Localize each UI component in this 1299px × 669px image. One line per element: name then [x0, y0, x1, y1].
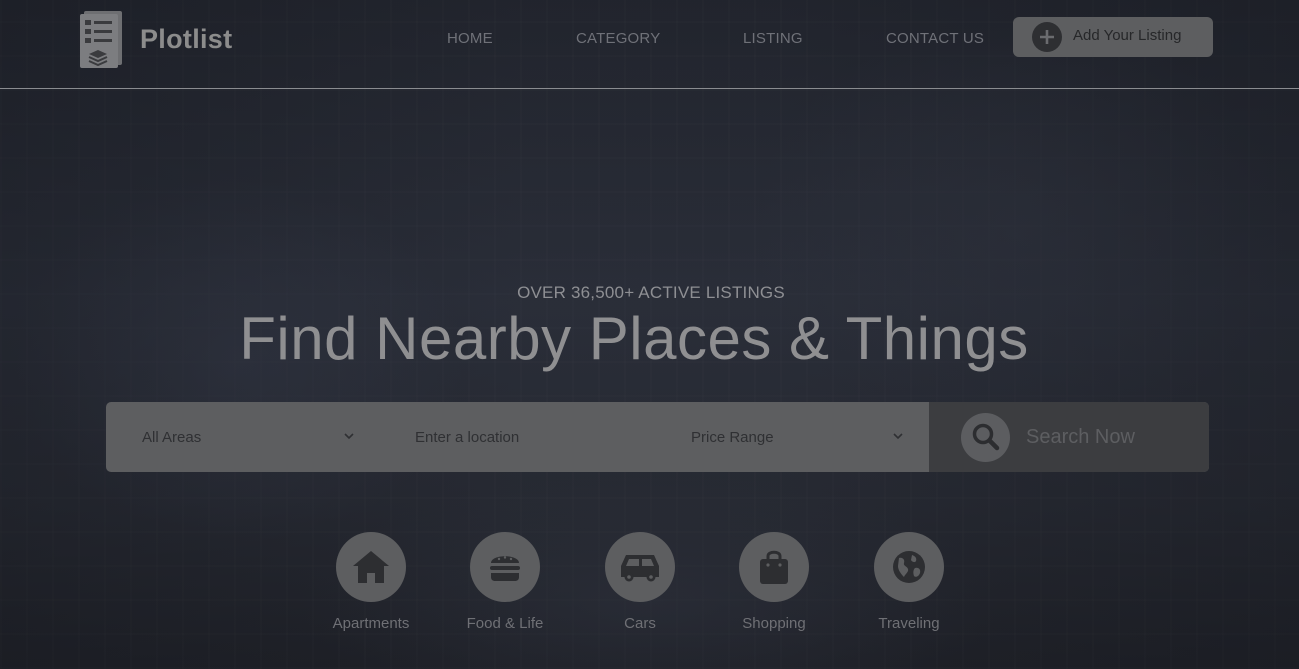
plus-circle-icon — [1032, 22, 1062, 52]
category-label: Traveling — [878, 615, 940, 632]
add-listing-label: Add Your Listing — [1073, 26, 1182, 44]
price-select[interactable]: Price Range — [691, 402, 903, 472]
nav-link-listing[interactable]: LISTING — [743, 30, 803, 47]
category-cars[interactable]: Cars — [580, 532, 700, 632]
category-food-life[interactable]: Food & Life — [445, 532, 565, 632]
category-traveling[interactable]: Traveling — [849, 532, 969, 632]
hero-subtitle: OVER 36,500+ ACTIVE LISTINGS — [517, 283, 785, 302]
category-label: Food & Life — [466, 615, 544, 632]
hero-headline: Find Nearby Places & Things — [239, 305, 1029, 372]
location-input-placeholder: Enter a location — [415, 428, 520, 446]
category-apartments[interactable]: Apartments — [311, 532, 431, 632]
brand-name: Plotlist — [140, 23, 233, 54]
globe-icon — [874, 532, 944, 602]
nav-link-category[interactable]: CATEGORY — [576, 30, 660, 47]
add-listing-button[interactable]: Add Your Listing — [1013, 17, 1213, 57]
chevron-down-icon — [344, 433, 354, 440]
category-label: Shopping — [742, 615, 806, 632]
search-bar: All Areas Enter a location Price Range S… — [106, 402, 1209, 472]
area-select[interactable]: All Areas — [142, 402, 354, 472]
search-now-label: Search Now — [1026, 425, 1135, 448]
car-icon — [605, 532, 675, 602]
home-icon — [336, 532, 406, 602]
location-input[interactable]: Enter a location — [415, 402, 655, 472]
shopping-bag-icon — [739, 532, 809, 602]
site-header: Plotlist HOME CATEGORY LISTING CONTACT U… — [0, 0, 1299, 89]
area-select-value: All Areas — [142, 428, 202, 446]
category-label: Cars — [624, 615, 656, 632]
price-select-value: Price Range — [691, 428, 774, 446]
nav-link-home[interactable]: HOME — [447, 30, 493, 47]
chevron-down-icon — [893, 433, 903, 440]
burger-icon — [470, 532, 540, 602]
nav-link-contact[interactable]: CONTACT US — [886, 30, 984, 47]
brand-logo[interactable]: Plotlist — [76, 8, 232, 70]
search-now-button[interactable]: Search Now — [929, 402, 1209, 472]
search-icon — [961, 412, 1010, 462]
document-list-icon — [80, 11, 122, 68]
category-label: Apartments — [332, 615, 410, 632]
category-shopping[interactable]: Shopping — [714, 532, 834, 632]
